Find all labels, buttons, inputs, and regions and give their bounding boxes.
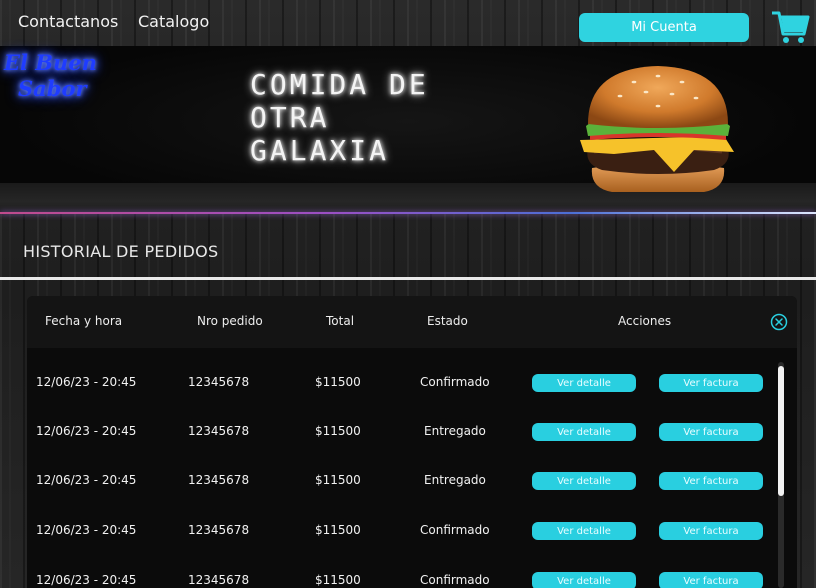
top-navigation: Contactanos Catalogo Mi Cuenta: [0, 0, 816, 46]
view-invoice-button[interactable]: Ver factura: [659, 374, 763, 392]
nav-link-catalog[interactable]: Catalogo: [138, 12, 209, 31]
cell-status: Confirmado: [420, 573, 490, 587]
cell-order: 12345678: [188, 523, 250, 537]
section-title: HISTORIAL DE PEDIDOS: [23, 242, 219, 261]
cell-date: 12/06/23 - 20:45: [36, 473, 137, 487]
column-header-total: Total: [326, 314, 355, 328]
table-header: Fecha y hora Nro pedido Total Estado Acc…: [27, 296, 797, 348]
view-detail-button[interactable]: Ver detalle: [532, 423, 636, 441]
cell-order: 12345678: [188, 473, 250, 487]
view-detail-button[interactable]: Ver detalle: [532, 522, 636, 540]
column-header-order: Nro pedido: [197, 314, 263, 328]
logo-line-2: Sabor: [18, 76, 87, 101]
table-row: 12/06/23 - 20:45 12345678 $11500 Confirm…: [27, 510, 797, 559]
hero-title: COMIDA DE OTRA GALAXIA: [250, 68, 429, 167]
cell-total: $11500: [315, 523, 361, 537]
table-row: 12/06/23 - 20:45 12345678 $11500 Entrega…: [27, 411, 797, 460]
view-invoice-button[interactable]: Ver factura: [659, 423, 763, 441]
burger-image: [574, 60, 742, 202]
column-header-status: Estado: [427, 314, 468, 328]
orders-table: Fecha y hora Nro pedido Total Estado Acc…: [27, 296, 797, 588]
view-invoice-button[interactable]: Ver factura: [659, 572, 763, 588]
cell-total: $11500: [315, 473, 361, 487]
cell-total: $11500: [315, 424, 361, 438]
cell-order: 12345678: [188, 375, 250, 389]
cell-date: 12/06/23 - 20:45: [36, 375, 137, 389]
cell-status: Confirmado: [420, 523, 490, 537]
cell-status: Entregado: [424, 424, 486, 438]
cell-date: 12/06/23 - 20:45: [36, 424, 137, 438]
view-detail-button[interactable]: Ver detalle: [532, 572, 636, 588]
cell-order: 12345678: [188, 424, 250, 438]
column-header-actions: Acciones: [618, 314, 672, 328]
brand-logo[interactable]: El Buen Sabor: [4, 50, 104, 110]
my-account-button[interactable]: Mi Cuenta: [579, 13, 749, 42]
cell-order: 12345678: [188, 573, 250, 587]
column-header-date: Fecha y hora: [45, 314, 123, 328]
view-detail-button[interactable]: Ver detalle: [532, 374, 636, 392]
section-divider: [0, 277, 816, 280]
nav-link-contact[interactable]: Contactanos: [18, 12, 118, 31]
table-row: 12/06/23 - 20:45 12345678 $11500 Entrega…: [27, 460, 797, 509]
close-icon[interactable]: [770, 313, 788, 331]
cell-date: 12/06/23 - 20:45: [36, 523, 137, 537]
hero-banner: El Buen Sabor COMIDA DE OTRA GALAXIA: [0, 46, 816, 214]
cell-status: Confirmado: [420, 375, 490, 389]
table-row: 12/06/23 - 20:45 12345678 $11500 Confirm…: [27, 560, 797, 588]
shopping-cart-icon[interactable]: [770, 8, 810, 46]
table-row: 12/06/23 - 20:45 12345678 $11500 Confirm…: [27, 362, 797, 411]
view-invoice-button[interactable]: Ver factura: [659, 522, 763, 540]
hero-neon-line: [0, 212, 816, 214]
cell-status: Entregado: [424, 473, 486, 487]
cell-date: 12/06/23 - 20:45: [36, 573, 137, 587]
cell-total: $11500: [315, 375, 361, 389]
cell-total: $11500: [315, 573, 361, 587]
view-invoice-button[interactable]: Ver factura: [659, 472, 763, 490]
view-detail-button[interactable]: Ver detalle: [532, 472, 636, 490]
logo-line-1: El Buen: [4, 50, 97, 75]
